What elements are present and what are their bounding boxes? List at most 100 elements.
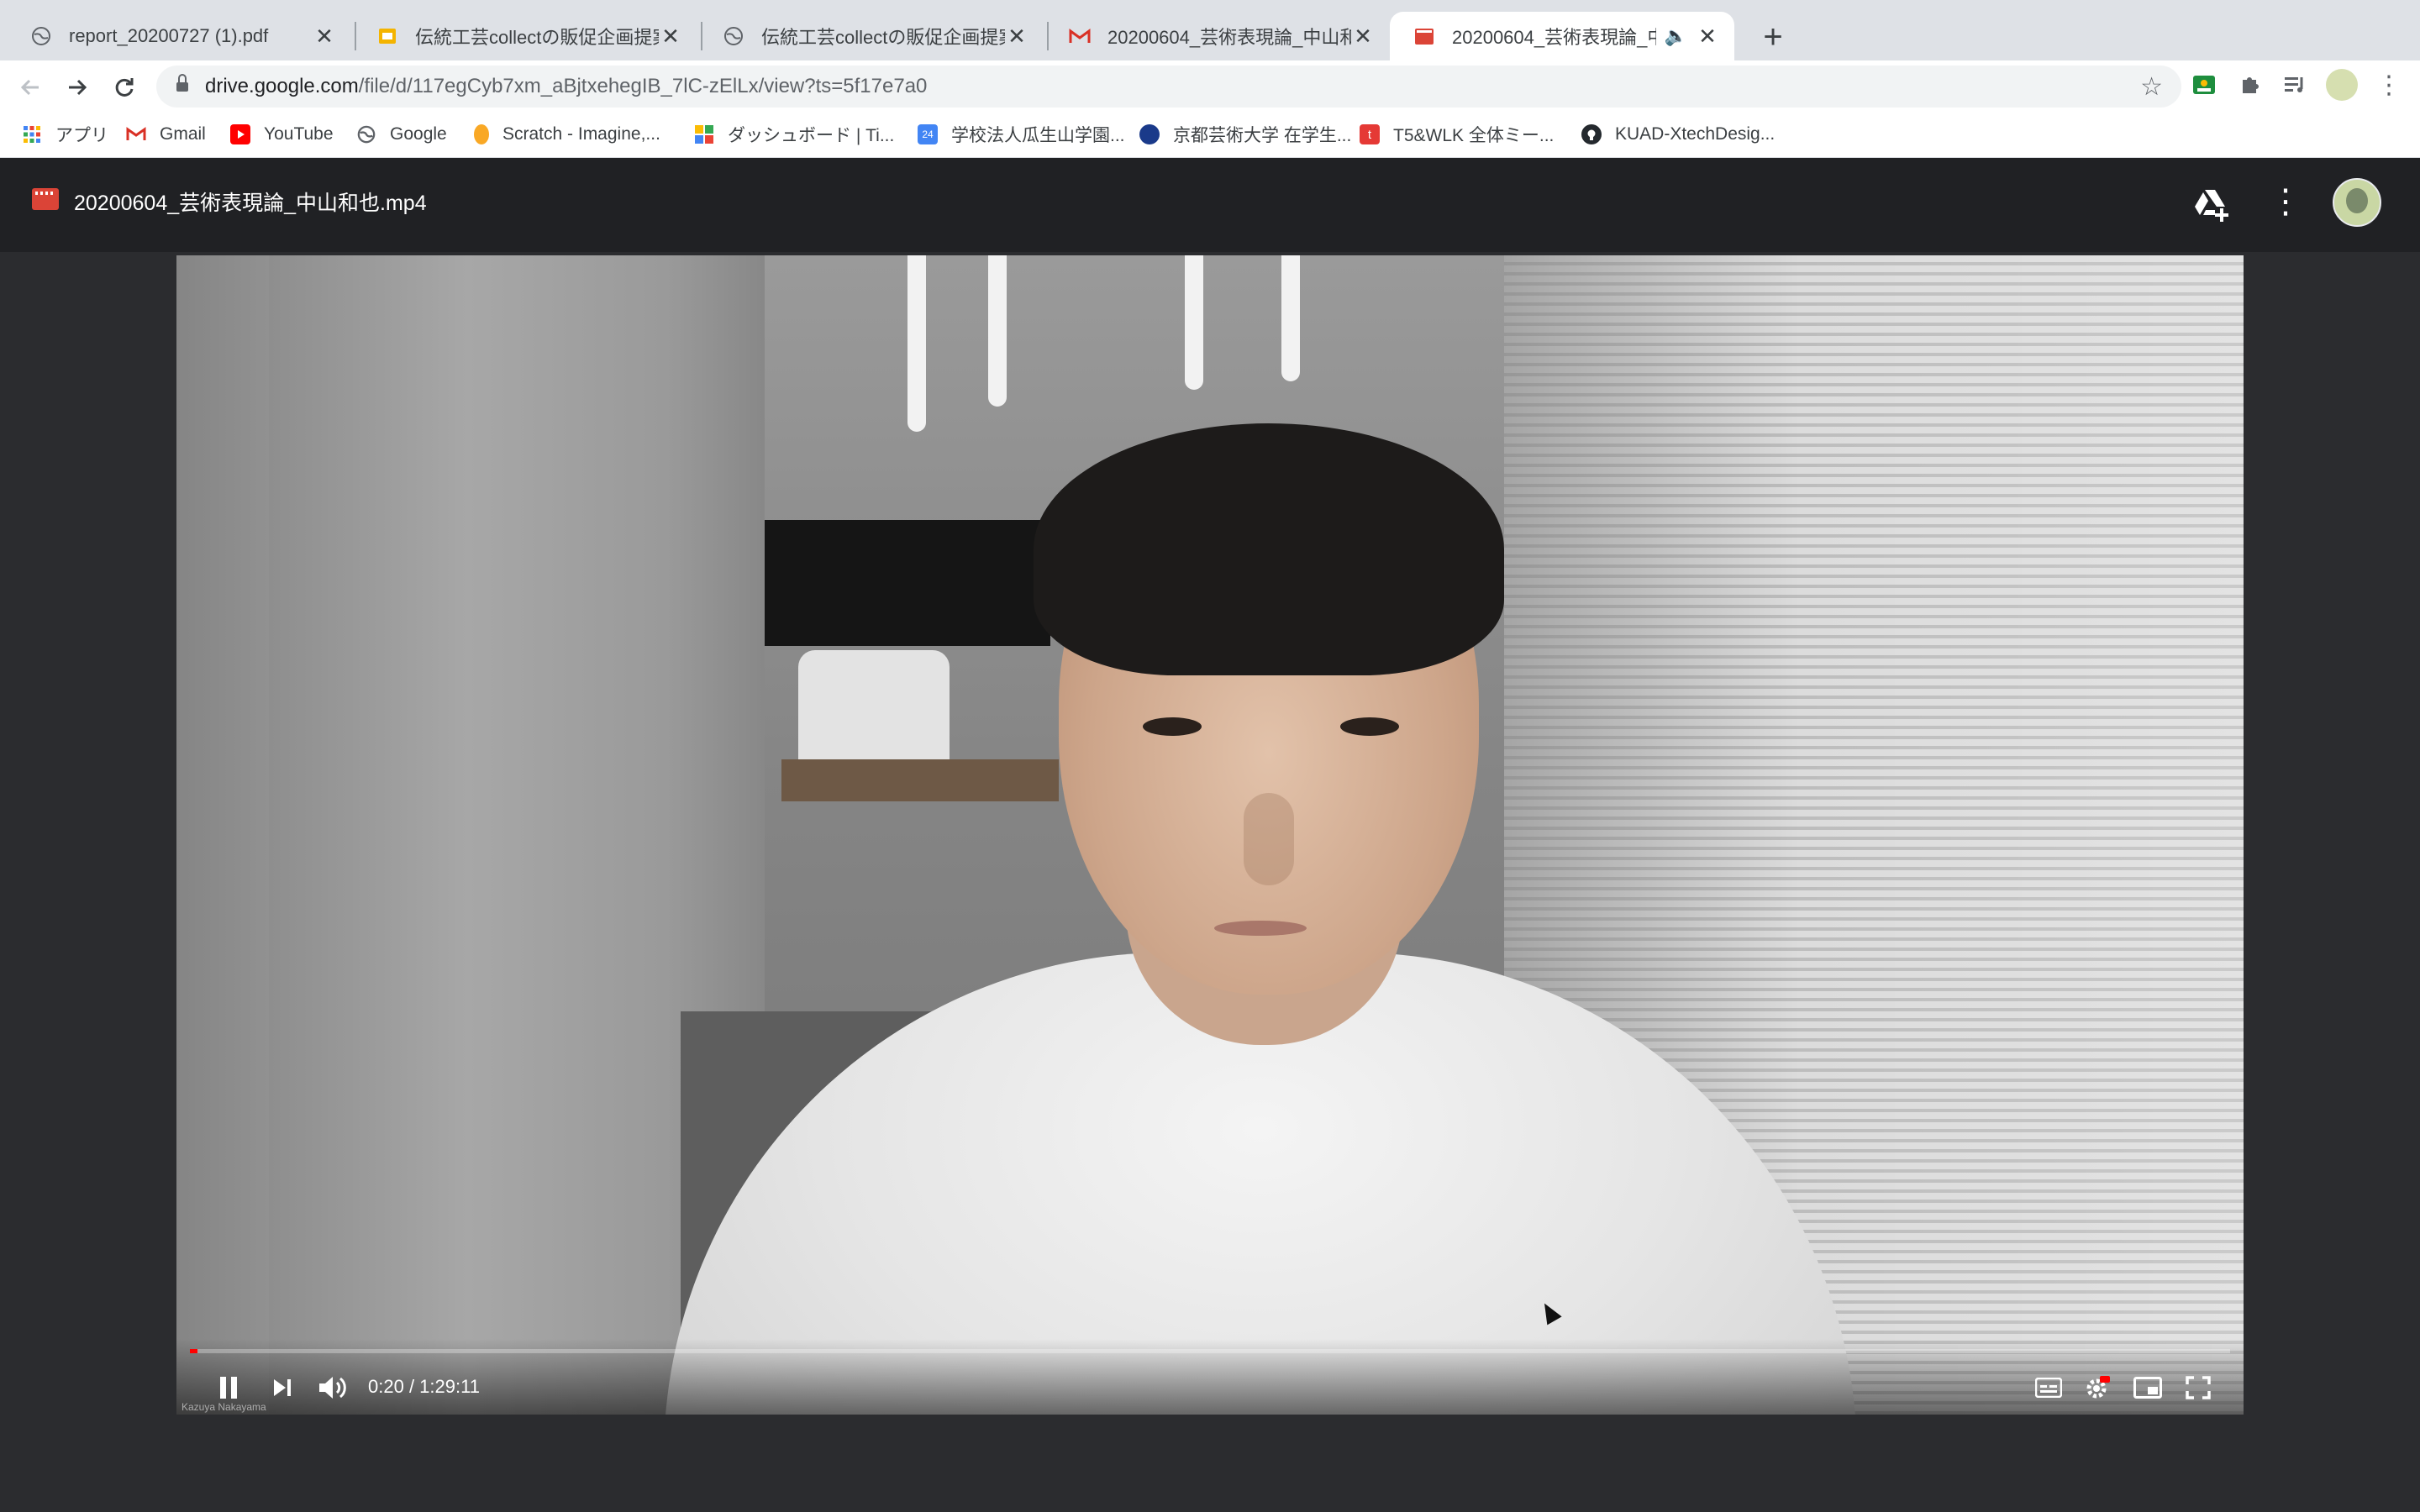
fullscreen-icon xyxy=(2186,1376,2211,1399)
gmail-icon xyxy=(126,124,146,144)
settings-button[interactable] xyxy=(2081,1371,2114,1404)
media-queue-icon[interactable] xyxy=(2281,71,2309,99)
bookmark-label: 京都芸術大学 在学生... xyxy=(1173,126,1352,145)
bookmark-label: ダッシュボード | Ti... xyxy=(728,126,895,145)
more-options-icon[interactable]: ⋮ xyxy=(2269,185,2302,223)
video-watermark: Kazuya Nakayama xyxy=(182,1401,266,1413)
tab-title: 20200604_芸術表現論_中山 xyxy=(1452,27,1656,48)
bookmark-label: Scratch - Imagine,... xyxy=(502,124,660,144)
reload-icon xyxy=(115,78,134,97)
tab-proposal-2[interactable]: 伝統工芸collectの販促企画提案 (2 ✕ xyxy=(699,12,1044,60)
globe-icon xyxy=(723,25,744,47)
speaker-icon[interactable]: 🔈 xyxy=(1665,25,1687,47)
fullscreen-button[interactable] xyxy=(2181,1371,2215,1404)
bookmark-label: アプリ xyxy=(55,126,108,145)
bookmark-school[interactable]: 24 学校法人瓜生山学園... xyxy=(918,121,1125,148)
tab-title: 20200604_芸術表現論_中山和也 xyxy=(1107,27,1351,48)
video-player[interactable]: 0:20 / 1:29:11 Kazuya Nakayama xyxy=(176,255,2244,1415)
apps-grid-icon xyxy=(22,124,42,144)
avatar[interactable] xyxy=(2333,178,2381,227)
tab-slides-proposal[interactable]: 伝統工芸collectの販促企画提案 - ✕ xyxy=(353,12,697,60)
miniplayer-icon xyxy=(2133,1377,2162,1399)
miniplayer-button[interactable] xyxy=(2131,1371,2165,1404)
tab-drive-video-active[interactable]: 20200604_芸術表現論_中山 🔈 ✕ xyxy=(1390,12,1734,60)
drive-viewer-header: 20200604_芸術表現論_中山和也.mp4 ⋮ xyxy=(0,158,2420,252)
bookmark-scratch[interactable]: Scratch - Imagine,... xyxy=(474,121,660,148)
url-host: drive.google.com xyxy=(205,75,359,97)
close-icon[interactable]: ✕ xyxy=(1351,24,1375,49)
calendar-icon: 24 xyxy=(918,124,938,144)
bookmark-kyoto-univ[interactable]: 京都芸術大学 在学生... xyxy=(1139,121,1351,148)
tab-title: 伝統工芸collectの販促企画提案 - xyxy=(415,27,659,48)
gear-icon xyxy=(2086,1376,2110,1399)
add-to-drive-icon xyxy=(2195,190,2228,222)
video-file-icon xyxy=(32,188,59,210)
avatar[interactable] xyxy=(2326,69,2358,101)
slides-icon xyxy=(376,25,398,47)
puzzle-extensions-icon[interactable] xyxy=(2235,71,2264,99)
close-icon[interactable]: ✕ xyxy=(1005,24,1028,49)
progress-fill xyxy=(190,1349,197,1353)
bookmark-google[interactable]: Google xyxy=(356,121,447,148)
classroom-extension-icon[interactable] xyxy=(2190,71,2218,99)
bookmark-label: Google xyxy=(390,124,447,144)
close-icon[interactable]: ✕ xyxy=(1696,24,1719,49)
url-text: drive.google.com/file/d/117egCyb7xm_aBjt… xyxy=(205,75,927,98)
bookmark-label: 学校法人瓜生山学園... xyxy=(951,126,1125,145)
lock-icon xyxy=(176,74,188,93)
back-button[interactable] xyxy=(13,71,47,104)
address-bar[interactable]: drive.google.com/file/d/117egCyb7xm_aBjt… xyxy=(156,66,2181,108)
video-controls: 0:20 / 1:29:11 Kazuya Nakayama xyxy=(176,1339,2244,1415)
bookmark-label: KUAD-XtechDesig... xyxy=(1615,124,1776,144)
reload-button[interactable] xyxy=(108,71,141,104)
progress-bar[interactable] xyxy=(190,1349,2230,1353)
bookmarks-bar: アプリ Gmail YouTube Google Scratch - Imagi… xyxy=(0,113,2420,158)
github-icon xyxy=(1581,124,1602,144)
bookmark-star-icon[interactable]: ☆ xyxy=(2140,72,2163,102)
bookmark-label: T5&WLK 全体ミー... xyxy=(1393,126,1555,145)
next-button[interactable] xyxy=(266,1371,299,1404)
tab-title: 伝統工芸collectの販促企画提案 (2 xyxy=(761,27,1005,48)
tab-title: report_20200727 (1).pdf xyxy=(69,25,269,46)
captions-button[interactable] xyxy=(2032,1371,2065,1404)
dashboard-icon xyxy=(694,124,714,144)
volume-button[interactable] xyxy=(314,1371,351,1404)
arrow-left-icon xyxy=(20,79,39,96)
browser-toolbar: drive.google.com/file/d/117egCyb7xm_aBjt… xyxy=(0,60,2420,113)
tab-strip: report_20200727 (1).pdf ✕ 伝統工芸collectの販促… xyxy=(0,0,2420,60)
captions-icon xyxy=(2035,1378,2062,1398)
new-tab-button[interactable]: + xyxy=(1753,17,1793,57)
bookmark-dashboard[interactable]: ダッシュボード | Ti... xyxy=(694,121,894,148)
close-icon[interactable]: ✕ xyxy=(313,24,336,49)
bookmark-youtube[interactable]: YouTube xyxy=(230,121,334,148)
bookmark-t5wlk[interactable]: t T5&WLK 全体ミー... xyxy=(1360,121,1554,148)
circle-icon xyxy=(1139,124,1160,144)
skip-next-icon xyxy=(274,1379,291,1396)
scratch-icon xyxy=(474,124,489,144)
browser-menu-icon[interactable]: ⋮ xyxy=(2375,71,2403,99)
url-path: /file/d/117egCyb7xm_aBjtxehegIB_7lC-zElL… xyxy=(358,75,928,97)
file-title: 20200604_芸術表現論_中山和也.mp4 xyxy=(74,192,427,215)
bookmark-kuad-xtech[interactable]: KUAD-XtechDesig... xyxy=(1581,121,1775,148)
pause-button[interactable] xyxy=(212,1371,245,1404)
bookmark-gmail[interactable]: Gmail xyxy=(126,121,206,148)
volume-icon xyxy=(319,1377,346,1399)
video-file-icon xyxy=(1413,25,1435,47)
bookmark-apps[interactable]: アプリ xyxy=(22,121,108,148)
tab-gmail-video[interactable]: 20200604_芸術表現論_中山和也 ✕ xyxy=(1045,12,1390,60)
gmail-icon xyxy=(1069,25,1091,47)
tab-report-pdf[interactable]: report_20200727 (1).pdf ✕ xyxy=(7,12,351,60)
time-display: 0:20 / 1:29:11 xyxy=(368,1376,480,1397)
pause-icon xyxy=(220,1377,237,1399)
duration: 1:29:11 xyxy=(419,1376,480,1397)
arrow-right-icon xyxy=(69,79,87,96)
bookmark-label: YouTube xyxy=(264,124,334,144)
globe-icon xyxy=(356,124,376,144)
youtube-icon xyxy=(230,124,250,144)
current-time: 0:20 xyxy=(368,1376,404,1397)
close-icon[interactable]: ✕ xyxy=(659,24,682,49)
add-to-drive-button[interactable] xyxy=(2191,185,2230,223)
forward-button[interactable] xyxy=(60,71,94,104)
bookmark-label: Gmail xyxy=(160,124,206,144)
t-icon: t xyxy=(1360,124,1380,144)
